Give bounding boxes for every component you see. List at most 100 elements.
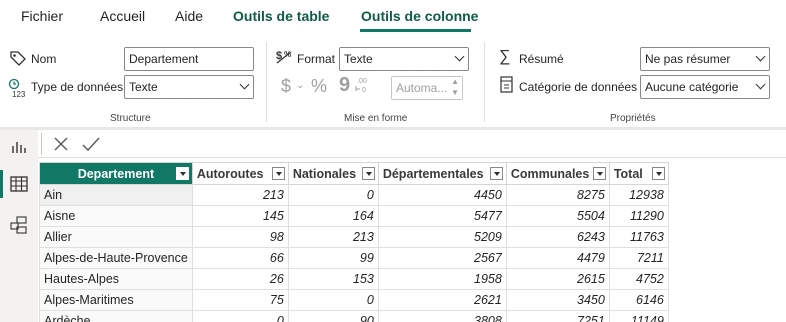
summary-dropdown[interactable]: Ne pas résumer [640,47,770,71]
cell-nationales[interactable]: 164 [287,205,379,227]
format-value: Texte [344,52,373,66]
cell-departement[interactable]: Hautes-Alpes [39,268,193,290]
cell-departementales[interactable]: 1958 [377,268,507,290]
cell-total[interactable]: 6146 [608,289,669,311]
cell-communales[interactable]: 6243 [505,226,610,248]
filter-dropdown-icon[interactable] [271,167,285,180]
data-grid: Departement Autoroutes Nationales Départ… [38,158,786,322]
category-value: Aucune catégorie [645,80,739,94]
tab-outils-de-table[interactable]: Outils de table [233,8,329,24]
tab-fichier[interactable]: Fichier [21,8,63,24]
cell-autoroutes[interactable]: 98 [191,226,289,248]
chevron-down-icon [755,79,766,90]
cell-departementales[interactable]: 5477 [377,205,507,227]
cell-departement[interactable]: Ain [39,184,193,206]
decimal-places-icon: .00 0 [355,78,367,94]
name-field-value: Departement [129,52,199,66]
cell-nationales[interactable]: 0 [287,184,379,206]
cell-autoroutes[interactable]: 75 [191,289,289,311]
column-header-departement[interactable]: Departement [39,162,193,185]
cell-total[interactable]: 7211 [608,247,669,269]
column-header-label: Départementales [382,166,484,181]
summary-value: Ne pas résumer [645,52,731,66]
decimals-stepper[interactable]: Automa... ▲ ▼ [391,76,463,100]
cell-nationales[interactable]: 213 [287,226,379,248]
cell-autoroutes[interactable]: 66 [191,247,289,269]
datatype-123-icon: 123 [8,78,26,98]
cell-departement[interactable]: Aisne [39,205,193,227]
cell-communales[interactable]: 8275 [505,184,610,206]
cell-departement[interactable]: Ardèche [39,310,193,322]
view-rail [0,130,38,322]
filter-dropdown-icon[interactable] [361,167,375,180]
cell-departementales[interactable]: 5209 [377,226,507,248]
filter-dropdown-icon[interactable] [175,167,189,180]
cell-communales[interactable]: 7251 [505,310,610,322]
chevron-down-icon[interactable]: ⌄ [296,80,304,91]
comma-style-icon[interactable]: 9 [339,74,350,97]
cell-departement[interactable]: Allier [39,226,193,248]
category-icon [500,76,513,93]
cell-nationales[interactable]: 90 [287,310,379,322]
cell-autoroutes[interactable]: 145 [191,205,289,227]
column-header-label: Communales [510,166,590,181]
chevron-down-icon [454,51,465,62]
column-header-total[interactable]: Total [608,162,669,185]
cell-communales[interactable]: 4479 [505,247,610,269]
cell-total[interactable]: 11290 [608,205,669,227]
summary-label: Résumé [519,52,564,66]
name-field[interactable]: Departement [124,47,254,71]
svg-text:.00: .00 [357,78,367,85]
cell-nationales[interactable]: 153 [287,268,379,290]
ribbon: Nom Departement 123 Type de données Text… [0,36,786,128]
cell-nationales[interactable]: 99 [287,247,379,269]
cell-departementales[interactable]: 4450 [377,184,507,206]
tab-aide[interactable]: Aide [175,8,203,24]
column-header-nationales[interactable]: Nationales [287,162,379,185]
group-label-mise-en-forme: Mise en forme [344,113,408,124]
datatype-value: Texte [129,80,158,94]
cell-communales[interactable]: 2615 [505,268,610,290]
filter-dropdown-icon[interactable] [651,167,665,180]
header-row: Departement Autoroutes Nationales Départ… [39,162,669,185]
column-header-autoroutes[interactable]: Autoroutes [191,162,289,185]
column-header-label: Nationales [292,166,357,181]
cell-autoroutes[interactable]: 0 [191,310,289,322]
cell-total[interactable]: 4752 [608,268,669,290]
cell-total[interactable]: 11763 [608,226,669,248]
column-header-label: Autoroutes [196,166,264,181]
tab-accueil[interactable]: Accueil [100,8,145,24]
table-row: Ardèche 0 90 3808 7251 11149 [39,310,669,322]
datatype-label: Type de données [31,80,124,94]
currency-icon[interactable]: $ [281,76,291,97]
tab-outils-de-colonne[interactable]: Outils de colonne [361,8,478,24]
cell-total[interactable]: 11149 [608,310,669,322]
column-header-departementales[interactable]: Départementales [377,162,507,185]
percent-icon[interactable]: % [311,76,327,97]
table-view-icon[interactable] [10,176,28,192]
cell-communales[interactable]: 3450 [505,289,610,311]
report-view-icon[interactable] [11,140,27,154]
cell-nationales[interactable]: 0 [287,289,379,311]
stepper-arrows-icon: ▲ ▼ [451,77,459,97]
filter-dropdown-icon[interactable] [592,167,606,180]
model-view-icon[interactable] [10,216,28,234]
check-icon[interactable] [82,136,100,152]
cell-departement[interactable]: Alpes-Maritimes [39,289,193,311]
cell-total[interactable]: 12938 [608,184,669,206]
format-dropdown[interactable]: Texte [339,47,469,71]
cell-communales[interactable]: 5504 [505,205,610,227]
column-header-communales[interactable]: Communales [505,162,610,185]
cell-autoroutes[interactable]: 26 [191,268,289,290]
close-icon[interactable] [53,136,69,152]
svg-text:0: 0 [362,87,366,94]
cell-departementales[interactable]: 2567 [377,247,507,269]
filter-dropdown-icon[interactable] [489,167,503,180]
category-dropdown[interactable]: Aucune catégorie [640,75,770,99]
cell-autoroutes[interactable]: 213 [191,184,289,206]
cell-departement[interactable]: Alpes-de-Haute-Provence [39,247,193,269]
cell-departementales[interactable]: 2621 [377,289,507,311]
datatype-dropdown[interactable]: Texte [124,75,254,99]
cell-departementales[interactable]: 3808 [377,310,507,322]
column-header-label: Departement [77,166,155,181]
